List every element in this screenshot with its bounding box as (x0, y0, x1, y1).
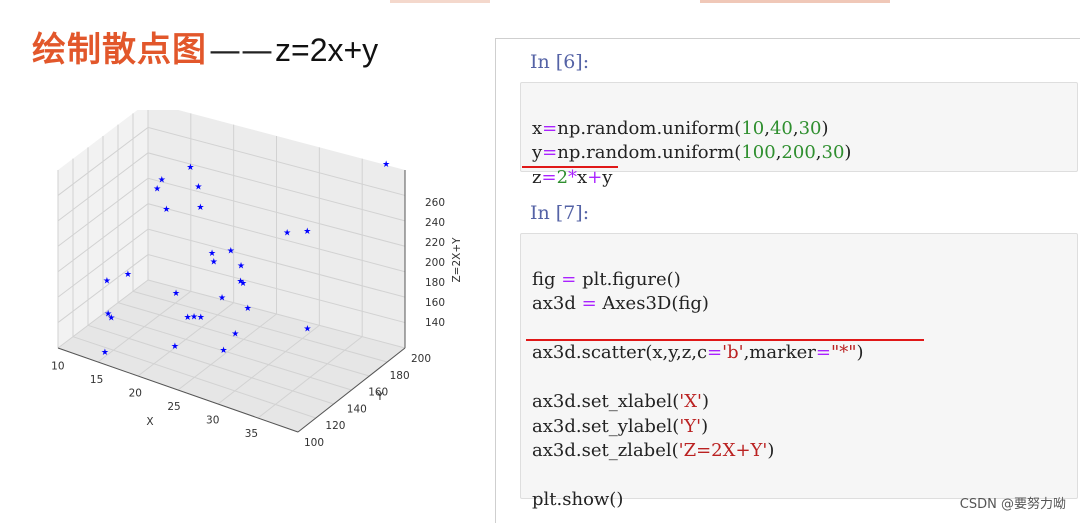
scatter-point: ★ (172, 289, 180, 299)
scatter-point: ★ (190, 313, 198, 323)
cell-prompt-6: In [6]: (530, 51, 590, 73)
scatter-point: ★ (283, 229, 291, 239)
code-line: fig = plt.figure() ax3d = Axes3D(fig) ax… (532, 268, 864, 511)
scatter-point: ★ (194, 183, 202, 193)
x-tick-label: 20 (129, 387, 142, 399)
scatter-3d-chart: ★★★★★★★★★★★★★★★★★★★★★★★★★★★★★★ 101520253… (51, 110, 463, 449)
scatter-point: ★ (107, 314, 115, 324)
scatter-point: ★ (382, 160, 390, 170)
x-tick-label: 25 (167, 401, 180, 413)
x-tick-label: 15 (90, 374, 103, 386)
y-tick-label: 120 (325, 420, 345, 432)
scatter-point: ★ (124, 270, 132, 280)
y-tick-label: 200 (411, 353, 431, 365)
top-decoration (390, 0, 490, 3)
title-dash: —— (209, 31, 273, 69)
x-tick-label: 35 (245, 428, 258, 440)
title-equation: z=2x+y (275, 32, 379, 68)
x-tick-label: 10 (51, 360, 64, 372)
slide-title: 绘制散点图 —— z=2x+y (32, 22, 379, 70)
z-tick-label: 160 (425, 297, 445, 309)
y-tick-label: 180 (390, 370, 410, 382)
scatter-point: ★ (162, 205, 170, 215)
scatter-point: ★ (210, 258, 218, 268)
scatter-point: ★ (239, 279, 247, 289)
x-tick-label: 30 (206, 415, 219, 427)
z-tick-label: 140 (425, 317, 445, 329)
scatter-point: ★ (196, 203, 204, 213)
code-line: x=np.random.uniform(10,40,30) y=np.rando… (532, 117, 852, 188)
z-tick-label: 200 (425, 257, 445, 269)
underline-z (522, 166, 618, 168)
scatter-point: ★ (208, 249, 216, 259)
title-chinese: 绘制散点图 (32, 30, 207, 70)
x-axis-label: X (146, 416, 153, 428)
underline-scatter (526, 339, 924, 341)
scatter-point: ★ (303, 324, 311, 334)
scatter-point: ★ (103, 276, 111, 286)
scatter-point: ★ (219, 346, 227, 356)
scatter-point: ★ (186, 163, 194, 173)
scatter-point: ★ (101, 348, 109, 358)
code-cell-6[interactable]: x=np.random.uniform(10,40,30) y=np.rando… (520, 82, 1078, 188)
cell-prompt-7: In [7]: (530, 202, 590, 224)
scatter-point: ★ (244, 304, 252, 314)
y-tick-label: 140 (347, 403, 367, 415)
code-cell-7[interactable]: fig = plt.figure() ax3d = Axes3D(fig) ax… (520, 233, 1078, 510)
code-token: x (532, 117, 543, 139)
notebook-panel: In [6]: x=np.random.uniform(10,40,30) y=… (495, 38, 1080, 523)
z-tick-label: 220 (425, 237, 445, 249)
scatter-point: ★ (158, 175, 166, 185)
scatter-point: ★ (303, 227, 311, 237)
y-tick-label: 100 (304, 437, 324, 449)
z-tick-label: 180 (425, 277, 445, 289)
scatter-point: ★ (237, 262, 245, 272)
scatter-point: ★ (218, 294, 226, 304)
watermark: CSDN @要努力呦 (959, 497, 1066, 512)
z-axis-label: Z=2X+Y (451, 237, 463, 283)
scatter-point: ★ (153, 185, 161, 195)
z-tick-label: 260 (425, 197, 445, 209)
y-axis-label: Y (376, 391, 384, 403)
chart-grid (57, 110, 406, 433)
z-tick-label: 240 (425, 217, 445, 229)
scatter-point: ★ (231, 329, 239, 339)
scatter-point: ★ (227, 247, 235, 257)
scatter-point: ★ (171, 342, 179, 352)
top-decoration-accent (700, 0, 890, 3)
